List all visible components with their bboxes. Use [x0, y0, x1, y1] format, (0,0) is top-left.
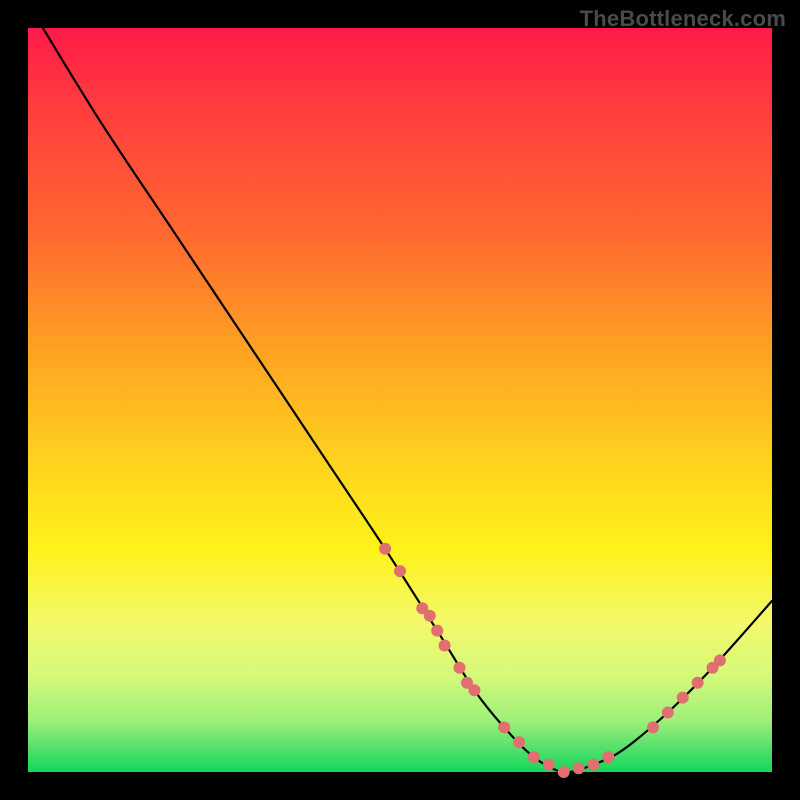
- data-marker: [498, 721, 510, 733]
- data-marker: [468, 684, 480, 696]
- data-marker: [692, 677, 704, 689]
- data-marker: [454, 662, 466, 674]
- chart-svg: [28, 28, 772, 772]
- chart-frame: TheBottleneck.com: [0, 0, 800, 800]
- data-marker: [573, 762, 585, 774]
- data-marker: [379, 543, 391, 555]
- data-marker: [543, 759, 555, 771]
- data-marker: [439, 640, 451, 652]
- data-marker: [528, 751, 540, 763]
- data-marker: [394, 565, 406, 577]
- watermark-text: TheBottleneck.com: [580, 6, 786, 32]
- marker-group: [379, 543, 726, 778]
- data-marker: [424, 610, 436, 622]
- bottleneck-curve: [43, 28, 772, 772]
- data-marker: [677, 692, 689, 704]
- data-marker: [431, 625, 443, 637]
- data-marker: [558, 766, 570, 778]
- data-marker: [647, 721, 659, 733]
- data-marker: [714, 654, 726, 666]
- data-marker: [587, 759, 599, 771]
- data-marker: [602, 751, 614, 763]
- plot-area: [28, 28, 772, 772]
- data-marker: [513, 736, 525, 748]
- data-marker: [662, 707, 674, 719]
